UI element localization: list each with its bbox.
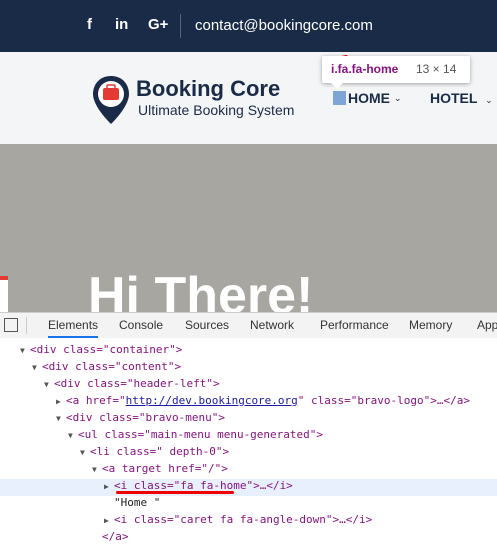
tree-row[interactable]: ▶ <a href="http://dev.bookingcore.org" cl…	[0, 394, 497, 411]
elements-tree: ▼ <div class="container"> ▼ <div class="co…	[0, 338, 497, 552]
tree-row[interactable]: ▼ <div class="content">	[0, 360, 497, 377]
tree-row-text: " class="bravo-logo">…</a>	[297, 394, 470, 407]
tree-row[interactable]: ▼ <a target href="/">	[0, 462, 497, 479]
tree-row-text: <div class="header-left">	[54, 377, 220, 390]
facebook-icon[interactable]: f	[87, 16, 92, 33]
tree-row-text: <ul class="main-menu menu-generated">	[78, 428, 324, 441]
tree-row-text: <i class="caret fa fa-angle-down">…</i>	[114, 513, 373, 526]
tree-row[interactable]: ▼ <li class=" depth-0">	[0, 445, 497, 462]
red-annotation-underline	[116, 491, 234, 494]
google-plus-icon[interactable]: G+	[148, 16, 168, 33]
hero-side-element	[0, 276, 8, 312]
expand-right-icon[interactable]: ▶	[56, 397, 66, 406]
tree-row[interactable]: ▼ <div class="header-left">	[0, 377, 497, 394]
expand-down-icon[interactable]: ▼	[32, 363, 42, 372]
expand-right-icon[interactable]: ▶	[104, 482, 114, 491]
tooltip-dimensions: 13 × 14	[416, 62, 457, 76]
tab-console[interactable]: Console	[119, 318, 163, 332]
device-toggle-icon[interactable]	[4, 318, 18, 332]
chevron-down-icon: ⌄	[394, 92, 402, 103]
brand-name[interactable]: Booking Core	[136, 76, 280, 102]
tree-row-link[interactable]: http://dev.bookingcore.org	[126, 394, 298, 407]
tree-row-text: <div class="container">	[30, 343, 183, 356]
tree-row-text: "Home "	[114, 496, 161, 509]
expand-down-icon[interactable]: ▼	[44, 380, 54, 389]
contact-email-link[interactable]: contact@bookingcore.com	[195, 17, 373, 34]
tree-row[interactable]: ▼ <div class="container">	[0, 343, 497, 360]
expand-down-icon[interactable]: ▼	[68, 431, 78, 440]
inspector-tooltip: i.fa.fa-home 13 × 14	[322, 56, 470, 83]
tree-row-text: </a>	[102, 530, 129, 543]
tree-row-text: <a target href="/">	[102, 462, 228, 475]
hero-banner: Hi There!	[0, 144, 497, 312]
devtools-tab-bar: Elements Console Sources Network Perform…	[0, 312, 497, 339]
expand-down-icon[interactable]: ▼	[92, 465, 102, 474]
linkedin-icon[interactable]: in	[115, 16, 128, 33]
expand-down-icon[interactable]: ▼	[56, 414, 66, 423]
tab-memory[interactable]: Memory	[409, 318, 452, 332]
tab-application[interactable]: App	[477, 318, 497, 332]
tree-row-text: <li class=" depth-0">	[90, 445, 230, 458]
brand-tagline: Ultimate Booking System	[138, 102, 295, 118]
tab-sources[interactable]: Sources	[185, 318, 229, 332]
tab-elements[interactable]: Elements	[48, 318, 99, 338]
nav-hotel-label: HOTEL	[430, 90, 478, 106]
expand-down-icon[interactable]: ▼	[80, 448, 90, 457]
tree-row[interactable]: "Home "	[0, 496, 497, 513]
topbar-divider	[180, 14, 181, 38]
nav-item-hotel[interactable]: HOTEL ⌄	[430, 90, 493, 106]
tree-row-selected[interactable]: ▶ <i class="fa fa-home">…</i>	[0, 479, 497, 496]
tree-row-text: <a href="	[66, 394, 126, 407]
hero-title: Hi There!	[88, 267, 314, 312]
tooltip-arrow	[331, 83, 343, 89]
tooltip-selector: i.fa.fa-home	[331, 62, 399, 76]
logo-pin-icon[interactable]	[91, 74, 131, 126]
tab-performance[interactable]: Performance	[320, 318, 389, 332]
nav-item-home[interactable]: HOME ⌄	[333, 90, 402, 106]
expand-down-icon[interactable]: ▼	[20, 346, 30, 355]
tree-row[interactable]: </a>	[0, 530, 497, 547]
chevron-down-icon: ⌄	[485, 95, 493, 105]
home-icon	[333, 91, 346, 105]
tree-row[interactable]: ▶ <i class="caret fa fa-angle-down">…</i>	[0, 513, 497, 530]
tree-row[interactable]: ▼ <div class="bravo-menu">	[0, 411, 497, 428]
tab-divider	[26, 317, 27, 334]
tree-row-text: <div class="bravo-menu">	[66, 411, 225, 424]
expand-right-icon[interactable]: ▶	[104, 516, 114, 525]
tab-network[interactable]: Network	[250, 318, 294, 332]
nav-home-label: HOME	[348, 90, 390, 106]
top-bar: f in G+ contact@bookingcore.com	[0, 0, 497, 52]
tree-row[interactable]: ▼ <ul class="main-menu menu-generated">	[0, 428, 497, 445]
tree-row-text: <div class="content">	[42, 360, 182, 373]
